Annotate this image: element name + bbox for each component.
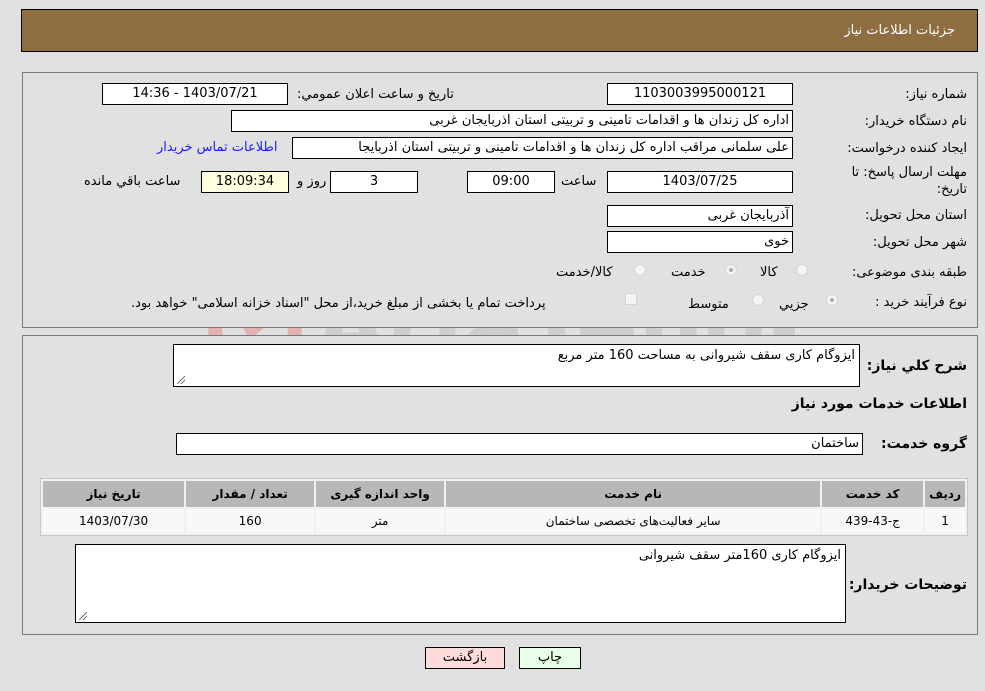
cell-quantity: 160 xyxy=(186,509,315,533)
description-label: شرح کلي نياز: xyxy=(866,358,967,374)
deadline-time-field[interactable]: 09:00 xyxy=(467,171,555,193)
requester-field[interactable]: علی سلمانی مراقب اداره کل زندان ها و اقد… xyxy=(292,137,793,159)
deadline-date-field[interactable]: 1403/07/25 xyxy=(607,171,793,193)
category-label: طبقه بندی موضوعی: xyxy=(851,265,967,280)
services-heading: اطلاعات خدمات مورد نیاز xyxy=(791,396,967,412)
col-header-need-date: تاریخ نیاز xyxy=(43,481,185,507)
col-header-unit: واحد اندازه گیری xyxy=(316,481,445,507)
buyer-notes-textarea[interactable]: ایزوگام کاری 160متر سقف شیروانی xyxy=(75,544,846,623)
city-field[interactable]: خوی xyxy=(607,231,793,253)
process-option-medium: متوسط xyxy=(688,297,729,312)
description-textarea[interactable]: ایزوگام کاری سقف شیروانی به مساحت 160 مت… xyxy=(173,344,860,387)
print-button[interactable]: چاپ xyxy=(519,647,581,669)
category-radio-service[interactable] xyxy=(725,264,737,276)
service-group-label: گروه خدمت: xyxy=(881,436,967,452)
cell-service-name: سایر فعالیت‌های تخصصی ساختمان xyxy=(446,509,821,533)
cell-need-date: 1403/07/30 xyxy=(43,509,185,533)
col-header-service-name: نام خدمت xyxy=(446,481,821,507)
need-number-field[interactable]: 1103003995000121 xyxy=(607,83,793,105)
process-option-minor: جزيي xyxy=(779,297,809,312)
province-field[interactable]: آذربایجان غربی xyxy=(607,205,793,227)
buyer-org-label: نام دستگاه خریدار: xyxy=(864,114,967,129)
cell-unit: متر xyxy=(316,509,445,533)
city-label: شهر محل تحویل: xyxy=(872,235,967,250)
time-remaining-label: ساعت باقي مانده xyxy=(84,174,181,189)
treasury-checkbox[interactable] xyxy=(625,293,637,305)
treasury-checkbox-label: پرداخت تمام یا بخشی از مبلغ خرید،از محل … xyxy=(131,296,546,311)
service-group-field[interactable]: ساختمان xyxy=(176,433,863,455)
page-title: جزئیات اطلاعات نیاز xyxy=(844,23,955,38)
days-remaining-field[interactable]: 3 xyxy=(330,171,418,193)
announce-datetime-label: تاریخ و ساعت اعلان عمومي: xyxy=(297,87,454,102)
buyer-contact-link[interactable]: اطلاعات تماس خریدار xyxy=(157,140,277,155)
table-row: 1 ج-43-439 سایر فعالیت‌های تخصصی ساختمان… xyxy=(43,509,965,533)
deadline-label-line1: مهلت ارسال پاسخ: تا xyxy=(851,165,967,180)
province-label: استان محل تحویل: xyxy=(865,208,967,223)
cell-service-code: ج-43-439 xyxy=(822,509,924,533)
buyer-notes-label: توضیحات خریدار: xyxy=(848,577,967,593)
category-option-service: خدمت xyxy=(671,265,706,280)
category-option-goods: کالا xyxy=(760,265,778,280)
deadline-label-line2: تاریخ: xyxy=(936,182,967,197)
time-remaining-field[interactable]: 18:09:34 xyxy=(201,171,289,193)
table-header-row: ردیف کد خدمت نام خدمت واحد اندازه گیری ت… xyxy=(43,481,965,507)
need-number-label: شماره نیاز: xyxy=(905,87,967,102)
col-header-quantity: تعداد / مقدار xyxy=(186,481,315,507)
category-radio-goods[interactable] xyxy=(796,264,808,276)
page-header: جزئیات اطلاعات نیاز xyxy=(21,9,978,52)
requester-label: ایجاد کننده درخواست: xyxy=(847,141,967,156)
resize-grip-icon[interactable] xyxy=(177,376,185,384)
cell-row-number: 1 xyxy=(925,509,965,533)
days-label: روز و xyxy=(297,174,327,189)
deadline-time-label: ساعت xyxy=(561,174,597,189)
category-radio-goods-service[interactable] xyxy=(634,264,646,276)
col-header-service-code: کد خدمت xyxy=(822,481,924,507)
announce-datetime-field[interactable]: 1403/07/21 - 14:36 xyxy=(102,83,288,105)
buyer-org-field[interactable]: اداره کل زندان ها و اقدامات تامینی و ترب… xyxy=(231,110,793,132)
resize-grip-icon[interactable] xyxy=(79,612,87,620)
category-option-goods-service: کالا/خدمت xyxy=(556,265,613,280)
services-table: ردیف کد خدمت نام خدمت واحد اندازه گیری ت… xyxy=(40,478,968,536)
process-radio-medium[interactable] xyxy=(752,294,764,306)
process-label: نوع فرآیند خرید : xyxy=(875,295,967,310)
back-button[interactable]: بازگشت xyxy=(425,647,505,669)
buyer-notes-text: ایزوگام کاری 160متر سقف شیروانی xyxy=(638,548,841,563)
process-radio-minor[interactable] xyxy=(826,294,838,306)
col-header-row-number: ردیف xyxy=(925,481,965,507)
description-text: ایزوگام کاری سقف شیروانی به مساحت 160 مت… xyxy=(557,348,855,363)
